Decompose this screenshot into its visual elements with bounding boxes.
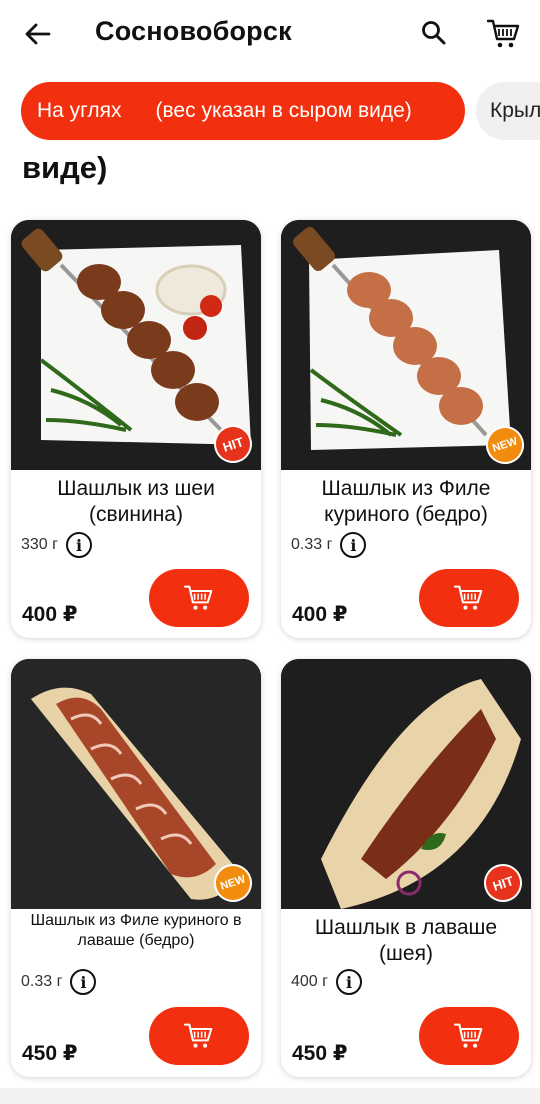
search-button[interactable] [414,13,454,53]
chip-label: На углях [37,99,122,122]
product-card[interactable]: NEW Шашлык из Филе куриного (бедро) 0.33… [281,220,531,638]
weight-row: 400 г i [291,969,362,995]
weight-row: 330 г i [21,532,92,558]
info-icon[interactable]: i [340,532,367,558]
cart-icon [454,1023,483,1048]
category-chips: На углях (вес указан в сыром виде) Крыль… [0,82,540,140]
weight-row: 0.33 г i [21,969,97,995]
info-icon[interactable]: i [335,969,362,995]
product-weight: 0.33 г [21,973,63,990]
search-icon [422,21,446,45]
product-name: Шашлык в лаваше (шея) [314,916,498,966]
info-icon[interactable]: i [65,532,92,558]
product-card[interactable]: HIT Шашлык из шеи (свинина) 330 г i 400 … [11,220,261,638]
product-photo: NEW [11,659,261,909]
screen: Сосновоборск На углях (вес указан в сыро… [0,0,540,1088]
product-card[interactable]: HIT Шашлык в лаваше (шея) 400 г i 450 ₽ [281,659,531,1077]
weight-row: 0.33 г i [291,532,367,558]
cart-button[interactable] [482,12,526,56]
cart-icon [454,585,483,610]
chip-label-note: (вес указан в сыром виде) [155,99,412,122]
info-icon[interactable]: i [70,969,97,995]
product-price: 400 ₽ [22,603,78,626]
product-weight: 400 г [291,973,328,990]
add-to-cart-button[interactable] [149,1007,249,1065]
add-to-cart-button[interactable] [419,569,519,627]
product-name: Шашлык из шеи (свинина) [57,477,215,527]
add-to-cart-button[interactable] [149,569,249,627]
arrow-left-icon [25,23,51,45]
product-name: Шашлык из Филе куриного (бедро) [321,477,491,527]
product-photo: NEW [281,220,531,470]
top-app-bar: Сосновоборск [0,0,540,70]
back-button[interactable] [18,14,58,54]
product-price: 400 ₽ [292,603,348,626]
cart-icon [184,585,213,610]
product-name: Шашлык из Филе куриного в лаваше (бедро) [30,912,242,949]
cart-icon [487,19,520,48]
page-title: Сосновоборск [95,16,292,46]
product-photo: HIT [281,659,531,909]
product-price: 450 ₽ [22,1042,78,1065]
add-to-cart-button[interactable] [419,1007,519,1065]
product-weight: 0.33 г [291,536,333,553]
product-card[interactable]: NEW Шашлык из Филе куриного в лаваше (бе… [11,659,261,1077]
product-photo: HIT [11,220,261,470]
chip-label: Крылья [490,99,540,122]
section-title: виде) [22,150,108,185]
cart-icon [184,1023,213,1048]
product-price: 450 ₽ [292,1042,348,1065]
product-weight: 330 г [21,536,58,553]
chip-na-uglyah[interactable]: На углях (вес указан в сыром виде) [21,82,465,140]
chip-krylya[interactable]: Крылья [476,82,540,140]
